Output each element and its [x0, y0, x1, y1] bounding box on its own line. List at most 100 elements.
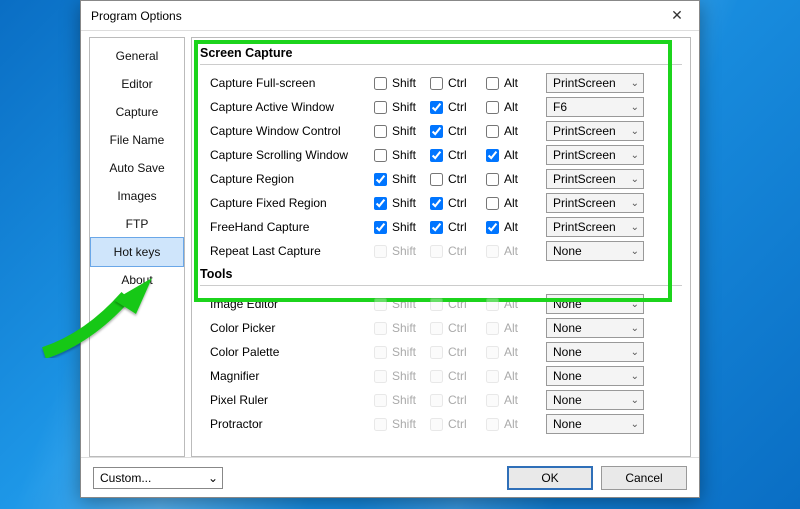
- sidebar-item-images[interactable]: Images: [90, 182, 184, 210]
- sidebar-item-auto-save[interactable]: Auto Save: [90, 154, 184, 182]
- hotkey-label: Capture Full-screen: [210, 76, 370, 90]
- key-select[interactable]: PrintScreen⌄: [546, 121, 644, 141]
- hotkey-row: Capture Active WindowShiftCtrlAltF6⌄: [200, 95, 682, 119]
- ctrl-label: Ctrl: [448, 297, 467, 311]
- alt-checkbox[interactable]: [486, 173, 499, 186]
- key-select[interactable]: PrintScreen⌄: [546, 217, 644, 237]
- key-select[interactable]: PrintScreen⌄: [546, 193, 644, 213]
- alt-modifier: Alt: [486, 297, 538, 311]
- key-select-value: None: [553, 244, 582, 258]
- section-divider: [200, 285, 682, 286]
- shift-checkbox[interactable]: [374, 173, 387, 186]
- shift-checkbox[interactable]: [374, 197, 387, 210]
- alt-modifier[interactable]: Alt: [486, 124, 538, 138]
- key-select[interactable]: None⌄: [546, 294, 644, 314]
- ok-button[interactable]: OK: [507, 466, 593, 490]
- ctrl-checkbox[interactable]: [430, 197, 443, 210]
- alt-modifier: Alt: [486, 417, 538, 431]
- hotkey-row: Capture Fixed Region Shift Ctrl Alt PrintScr…: [200, 191, 682, 215]
- hotkey-label: Repeat Last Capture: [210, 244, 370, 258]
- alt-checkbox[interactable]: [486, 77, 499, 90]
- shift-checkbox: [374, 394, 387, 407]
- ctrl-modifier[interactable]: Ctrl: [430, 124, 482, 138]
- ctrl-checkbox[interactable]: [430, 101, 443, 114]
- alt-checkbox[interactable]: [486, 101, 499, 114]
- alt-label: Alt: [504, 220, 518, 234]
- alt-checkbox[interactable]: [486, 221, 499, 234]
- ctrl-checkbox[interactable]: [430, 125, 443, 138]
- key-select[interactable]: None⌄: [546, 342, 644, 362]
- alt-modifier[interactable]: Alt: [486, 148, 538, 162]
- close-icon: ✕: [671, 7, 683, 24]
- shift-label: Shift: [392, 100, 416, 114]
- key-select[interactable]: PrintScreen⌄: [546, 73, 644, 93]
- shift-checkbox: [374, 370, 387, 383]
- key-select[interactable]: F6⌄: [546, 97, 644, 117]
- alt-label: Alt: [504, 172, 518, 186]
- alt-checkbox[interactable]: [486, 197, 499, 210]
- key-select[interactable]: None⌄: [546, 414, 644, 434]
- alt-modifier[interactable]: Alt: [486, 196, 538, 210]
- ctrl-checkbox[interactable]: [430, 173, 443, 186]
- shift-checkbox[interactable]: [374, 101, 387, 114]
- key-select[interactable]: None⌄: [546, 390, 644, 410]
- sidebar-item-file-name[interactable]: File Name: [90, 126, 184, 154]
- ctrl-modifier[interactable]: Ctrl: [430, 196, 482, 210]
- alt-modifier[interactable]: Alt: [486, 100, 538, 114]
- close-button[interactable]: ✕: [655, 1, 699, 31]
- ctrl-modifier[interactable]: Ctrl: [430, 172, 482, 186]
- alt-checkbox: [486, 394, 499, 407]
- shift-modifier[interactable]: Shift: [374, 196, 426, 210]
- titlebar: Program Options ✕: [81, 1, 699, 31]
- section-title: Screen Capture: [200, 42, 682, 62]
- ctrl-modifier[interactable]: Ctrl: [430, 148, 482, 162]
- sidebar-item-about[interactable]: About: [90, 266, 184, 294]
- shift-checkbox[interactable]: [374, 77, 387, 90]
- alt-checkbox: [486, 245, 499, 258]
- shift-checkbox[interactable]: [374, 221, 387, 234]
- alt-checkbox[interactable]: [486, 149, 499, 162]
- ctrl-checkbox[interactable]: [430, 77, 443, 90]
- key-select[interactable]: None ⌄: [546, 241, 644, 261]
- key-select[interactable]: None⌄: [546, 366, 644, 386]
- shift-checkbox[interactable]: [374, 149, 387, 162]
- sidebar-item-ftp[interactable]: FTP: [90, 210, 184, 238]
- ctrl-checkbox[interactable]: [430, 149, 443, 162]
- alt-label: Alt: [504, 124, 518, 138]
- sidebar-item-hot-keys[interactable]: Hot keys: [90, 237, 184, 267]
- hotkey-row: Capture Region Shift Ctrl Alt PrintScreen⌄: [200, 167, 682, 191]
- alt-modifier[interactable]: Alt: [486, 172, 538, 186]
- ctrl-checkbox[interactable]: [430, 221, 443, 234]
- shift-modifier[interactable]: Shift: [374, 220, 426, 234]
- key-select[interactable]: None⌄: [546, 318, 644, 338]
- ctrl-label: Ctrl: [448, 321, 467, 335]
- shift-modifier[interactable]: Shift: [374, 76, 426, 90]
- ctrl-modifier[interactable]: Ctrl: [430, 220, 482, 234]
- ctrl-modifier[interactable]: Ctrl: [430, 100, 482, 114]
- hotkey-label: Capture Fixed Region: [210, 196, 370, 210]
- shift-modifier[interactable]: Shift: [374, 148, 426, 162]
- chevron-down-icon: ⌄: [631, 126, 639, 137]
- alt-checkbox[interactable]: [486, 125, 499, 138]
- shift-modifier[interactable]: Shift: [374, 100, 426, 114]
- key-select[interactable]: PrintScreen⌄: [546, 169, 644, 189]
- shift-modifier: Shift: [374, 369, 426, 383]
- ctrl-modifier[interactable]: Ctrl: [430, 76, 482, 90]
- shift-modifier[interactable]: Shift: [374, 172, 426, 186]
- profile-select[interactable]: Custom... ⌄: [93, 467, 223, 489]
- shift-modifier[interactable]: Shift: [374, 124, 426, 138]
- chevron-down-icon: ⌄: [631, 246, 639, 257]
- sidebar-item-general[interactable]: General: [90, 42, 184, 70]
- sidebar-item-editor[interactable]: Editor: [90, 70, 184, 98]
- alt-modifier[interactable]: Alt: [486, 76, 538, 90]
- alt-label: Alt: [504, 244, 518, 258]
- alt-modifier[interactable]: Alt: [486, 220, 538, 234]
- cancel-button[interactable]: Cancel: [601, 466, 687, 490]
- alt-checkbox: [486, 322, 499, 335]
- sidebar-item-capture[interactable]: Capture: [90, 98, 184, 126]
- hotkey-label: Capture Region: [210, 172, 370, 186]
- settings-scroll[interactable]: Screen Capture Capture Full-screen Shift Ct…: [192, 38, 690, 456]
- key-select[interactable]: PrintScreen⌄: [546, 145, 644, 165]
- hotkey-row: ProtractorShiftCtrlAltNone⌄: [200, 412, 682, 436]
- shift-checkbox[interactable]: [374, 125, 387, 138]
